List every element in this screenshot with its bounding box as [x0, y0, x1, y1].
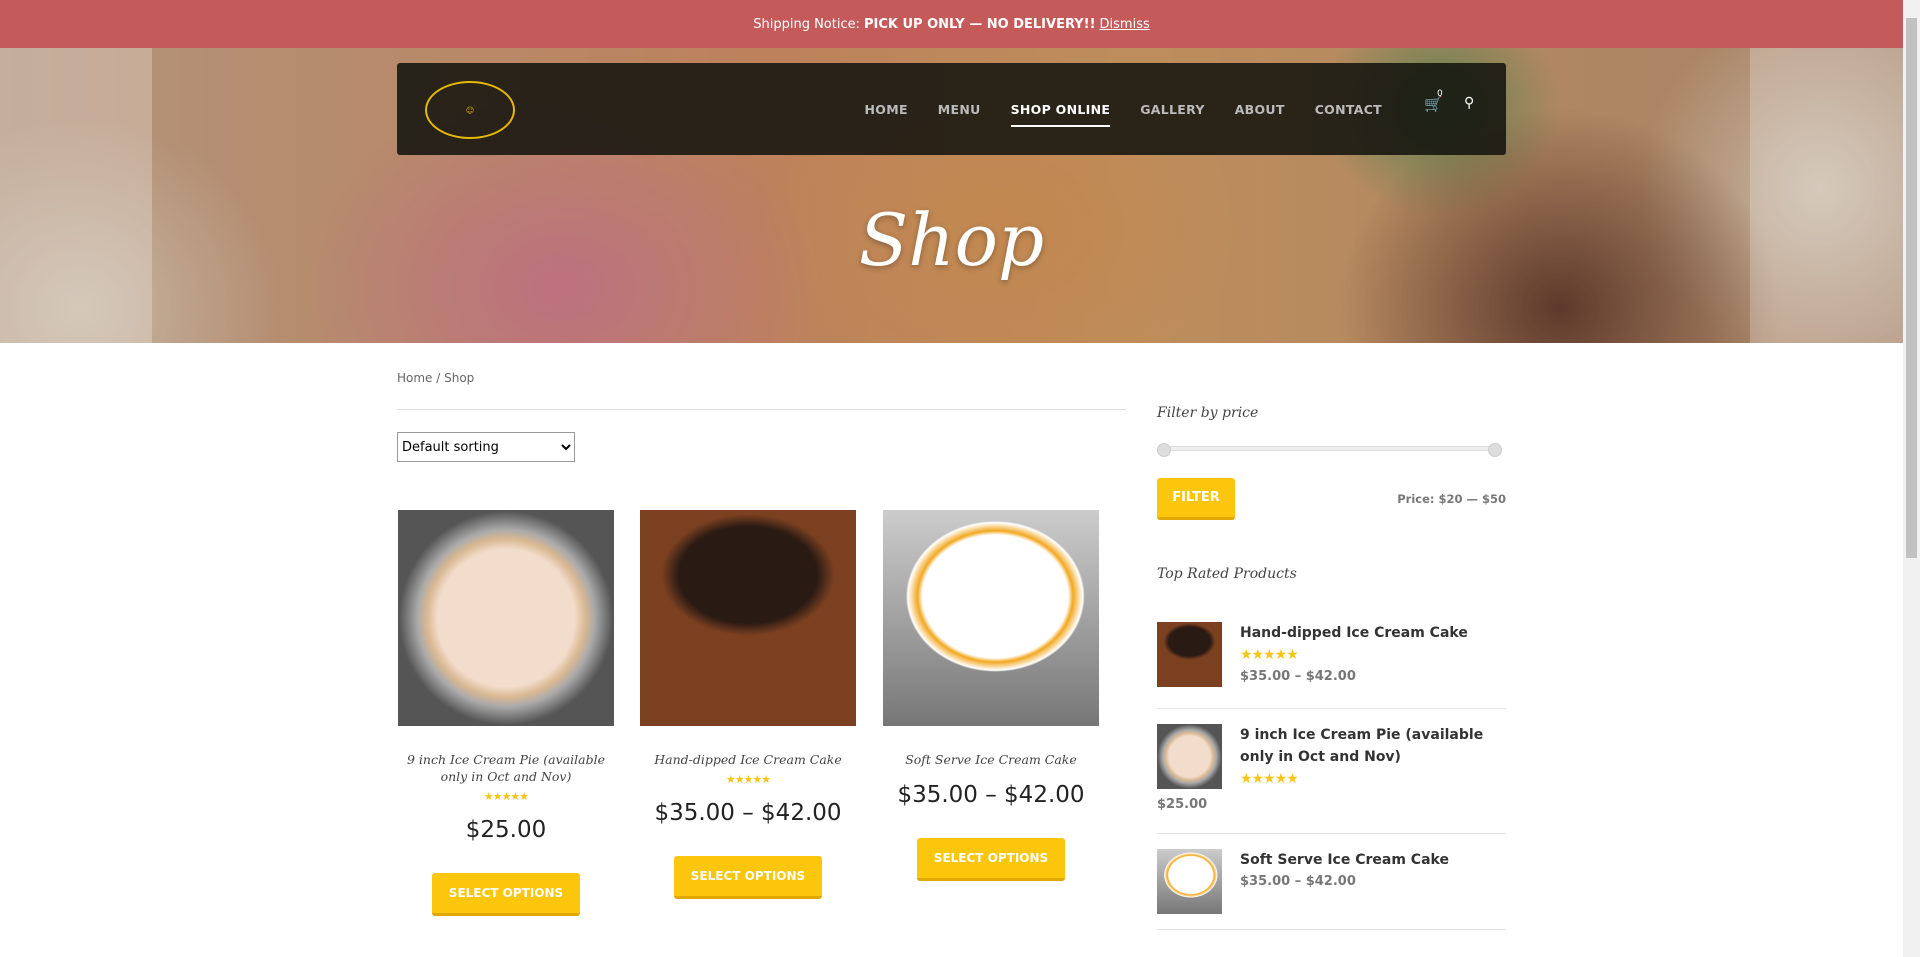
- cart-count: 0: [1437, 89, 1443, 99]
- search-icon[interactable]: ⚲: [1464, 95, 1474, 111]
- product-thumbnail[interactable]: [1157, 724, 1222, 789]
- notice-message: PICK UP ONLY — NO DELIVERY!!: [864, 16, 1096, 32]
- scrollbar[interactable]: [1903, 0, 1920, 957]
- product-price: $25.00: [1157, 797, 1208, 812]
- product-name[interactable]: Soft Serve Ice Cream Cake: [1240, 849, 1449, 871]
- filter-title: Filter by price: [1157, 405, 1259, 421]
- product-card: Hand-dipped Ice Cream Cake ★★★★★ $35.00 …: [640, 510, 856, 899]
- nav-shop-online[interactable]: SHOP ONLINE: [1010, 102, 1111, 127]
- product-price: $35.00 – $42.00: [897, 782, 1085, 808]
- nav-gallery[interactable]: GALLERY: [1140, 102, 1205, 117]
- product-price: $35.00 – $42.00: [1240, 669, 1356, 684]
- product-card: Soft Serve Ice Cream Cake $35.00 – $42.0…: [883, 510, 1099, 881]
- product-title[interactable]: 9 inch Ice Cream Pie (available only in …: [398, 751, 614, 785]
- product-name[interactable]: Hand-dipped Ice Cream Cake: [1240, 622, 1468, 644]
- nav-menu[interactable]: MENU: [938, 102, 981, 117]
- breadcrumb[interactable]: Home / Shop: [397, 371, 474, 385]
- cart-icon[interactable]: 🛒 0: [1424, 89, 1443, 113]
- scrollbar-thumb[interactable]: [1906, 18, 1917, 558]
- product-image[interactable]: [640, 510, 856, 726]
- top-rated-item: Soft Serve Ice Cream Cake $35.00 – $42.0…: [1157, 849, 1506, 930]
- star-rating: ★★★★★: [483, 790, 529, 803]
- slider-max-handle[interactable]: [1488, 443, 1502, 457]
- site-logo[interactable]: ☺: [425, 81, 515, 139]
- product-thumbnail[interactable]: [1157, 622, 1222, 687]
- top-rated-item: Hand-dipped Ice Cream Cake ★★★★★ $35.00 …: [1157, 622, 1506, 709]
- product-card: 9 inch Ice Cream Pie (available only in …: [398, 510, 614, 916]
- notice-prefix: Shipping Notice:: [753, 16, 860, 32]
- price-slider[interactable]: [1157, 443, 1502, 457]
- product-thumbnail[interactable]: [1157, 849, 1222, 914]
- select-options-button[interactable]: SELECT OPTIONS: [673, 856, 823, 899]
- shipping-notice: Shipping Notice: PICK UP ONLY — NO DELIV…: [0, 0, 1903, 48]
- divider: [397, 409, 1126, 410]
- top-rated-title: Top Rated Products: [1157, 566, 1297, 582]
- select-options-button[interactable]: SELECT OPTIONS: [431, 873, 581, 916]
- star-rating: ★★★★★: [1240, 771, 1299, 787]
- sorting-select[interactable]: Default sorting: [397, 432, 575, 462]
- product-price: $25.00: [465, 817, 547, 843]
- dismiss-link[interactable]: Dismiss: [1100, 17, 1150, 32]
- nav-about[interactable]: ABOUT: [1235, 102, 1285, 117]
- product-name[interactable]: 9 inch Ice Cream Pie (available only in …: [1240, 724, 1510, 768]
- product-title[interactable]: Hand-dipped Ice Cream Cake: [640, 751, 856, 768]
- product-title[interactable]: Soft Serve Ice Cream Cake: [883, 751, 1099, 768]
- nav-home[interactable]: HOME: [865, 102, 908, 117]
- product-price: $35.00 – $42.00: [654, 800, 842, 826]
- select-options-button[interactable]: SELECT OPTIONS: [916, 838, 1066, 881]
- star-rating: ★★★★★: [725, 773, 771, 786]
- product-image[interactable]: [398, 510, 614, 726]
- product-image[interactable]: [883, 510, 1099, 726]
- star-rating: ★★★★★: [1240, 647, 1299, 663]
- price-range: Price: $20 — $50: [1397, 492, 1506, 506]
- page-title: Shop: [858, 198, 1045, 282]
- top-rated-item: 9 inch Ice Cream Pie (available only in …: [1157, 724, 1506, 834]
- product-price: $35.00 – $42.00: [1240, 874, 1356, 889]
- main-navigation: ☺ HOME MENU SHOP ONLINE GALLERY ABOUT CO…: [397, 63, 1506, 155]
- filter-button[interactable]: FILTER: [1157, 478, 1235, 520]
- slider-min-handle[interactable]: [1157, 443, 1171, 457]
- nav-contact[interactable]: CONTACT: [1315, 102, 1382, 117]
